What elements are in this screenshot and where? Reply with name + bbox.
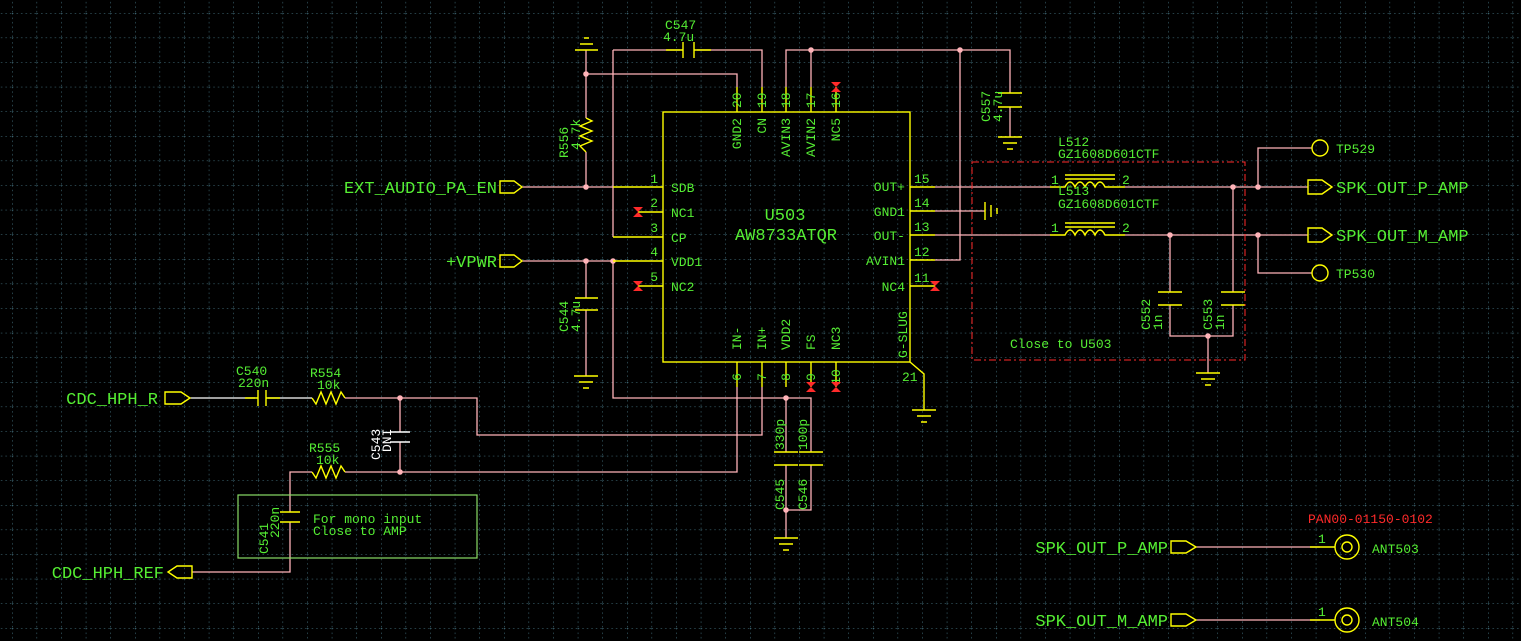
pin-number: 1 xyxy=(1051,221,1059,236)
schematic-canvas[interactable]: U503 AW8733ATQR 1 SDB 2 NC1 3 CP 4 VDD1 … xyxy=(0,0,1521,641)
pin-number: 2 xyxy=(1122,221,1130,236)
pin-number: 5 xyxy=(650,270,658,285)
pin-name: GND2 xyxy=(730,118,745,149)
pin-name: NC1 xyxy=(671,206,695,221)
ref-label: C545 xyxy=(773,479,788,510)
port-label: CDC_HPH_R xyxy=(66,391,158,410)
value-label: 4.7k xyxy=(569,119,584,150)
pin-number: 16 xyxy=(829,92,844,108)
pin-name: OUT- xyxy=(874,229,905,244)
pin-number: 14 xyxy=(914,196,930,211)
ref-label: TP529 xyxy=(1336,142,1375,157)
value-label: 1n xyxy=(1213,314,1228,330)
pin-number: 1 xyxy=(1318,532,1326,547)
pin-number: 1 xyxy=(650,172,658,187)
pin-name: NC3 xyxy=(829,327,844,350)
pin-number: 6 xyxy=(730,373,745,381)
pin-name: SDB xyxy=(671,181,695,196)
ref-label: ANT504 xyxy=(1372,615,1419,630)
pin-name: G-SLUG xyxy=(896,311,911,358)
port-label: +VPWR xyxy=(446,254,497,273)
pin-name: IN- xyxy=(730,327,745,350)
value-label: 10k xyxy=(316,453,340,468)
pin-name: NC5 xyxy=(829,118,844,141)
pin-number: 4 xyxy=(650,245,658,260)
pin-number: 17 xyxy=(804,92,819,108)
ic-part: AW8733ATQR xyxy=(735,227,837,246)
pin-number: 19 xyxy=(755,92,770,108)
pin-number: 21 xyxy=(902,370,918,385)
pin-number: 8 xyxy=(779,373,794,381)
value-label: 220n xyxy=(238,376,269,391)
pin-name: VDD1 xyxy=(671,255,702,270)
pin-number: 15 xyxy=(914,172,930,187)
pin-name: VDD2 xyxy=(779,319,794,350)
note-mono-line2: Close to AMP xyxy=(313,524,407,539)
pin-number: 12 xyxy=(914,245,930,260)
pin-name: NC4 xyxy=(882,280,906,295)
pin-name: OUT+ xyxy=(874,180,905,195)
pin-number: 18 xyxy=(779,92,794,108)
pin-name: FS xyxy=(804,334,819,350)
ref-label: TP530 xyxy=(1336,267,1375,282)
pin-name: AVIN2 xyxy=(804,118,819,157)
value-label: GZ1608D601CTF xyxy=(1058,197,1159,212)
value-label: 330p xyxy=(773,419,788,450)
value-label: 10k xyxy=(317,378,341,393)
pin-number: 3 xyxy=(650,221,658,236)
port-label: EXT_AUDIO_PA_EN xyxy=(344,180,497,199)
port-label: SPK_OUT_P_AMP xyxy=(1336,180,1469,199)
value-label: 4.7u xyxy=(663,30,694,45)
pin-number: 9 xyxy=(804,373,819,381)
port-label: SPK_OUT_M_AMP xyxy=(1336,228,1469,247)
value-label: 220n xyxy=(268,507,283,538)
pin-number: 11 xyxy=(914,271,930,286)
value-label: 1n xyxy=(1151,314,1166,330)
pin-number: 2 xyxy=(650,196,658,211)
note-close-to-u503: Close to U503 xyxy=(1010,337,1111,352)
value-label: 4.7u xyxy=(569,301,584,332)
pin-name: AVIN1 xyxy=(866,254,905,269)
port-label: SPK_OUT_P_AMP xyxy=(1035,540,1168,559)
value-label: DNI xyxy=(380,429,395,452)
value-label: GZ1608D601CTF xyxy=(1058,147,1159,162)
value-label: 100p xyxy=(796,419,811,450)
ref-label: ANT503 xyxy=(1372,542,1419,557)
pin-name: NC2 xyxy=(671,280,694,295)
pin-number: 2 xyxy=(1122,173,1130,188)
pin-name: AVIN3 xyxy=(779,118,794,157)
pin-number: 20 xyxy=(730,92,745,108)
pin-name: GND1 xyxy=(874,205,905,220)
pin-number: 1 xyxy=(1318,605,1326,620)
pin-name: IN+ xyxy=(755,326,770,350)
pin-name: CN xyxy=(755,118,770,134)
value-label: 4.7u xyxy=(991,91,1006,122)
port-label: CDC_HPH_REF xyxy=(52,565,164,584)
pin-number: 13 xyxy=(914,220,930,235)
ic-ref: U503 xyxy=(765,207,806,226)
pin-name: CP xyxy=(671,231,687,246)
pin-number: 7 xyxy=(755,373,770,381)
part-number: PAN00-01150-0102 xyxy=(1308,512,1433,527)
port-ext-audio-pa-en[interactable]: EXT_AUDIO_PA_EN xyxy=(344,180,524,199)
port-label: SPK_OUT_M_AMP xyxy=(1035,613,1168,632)
ref-label: C546 xyxy=(796,479,811,510)
